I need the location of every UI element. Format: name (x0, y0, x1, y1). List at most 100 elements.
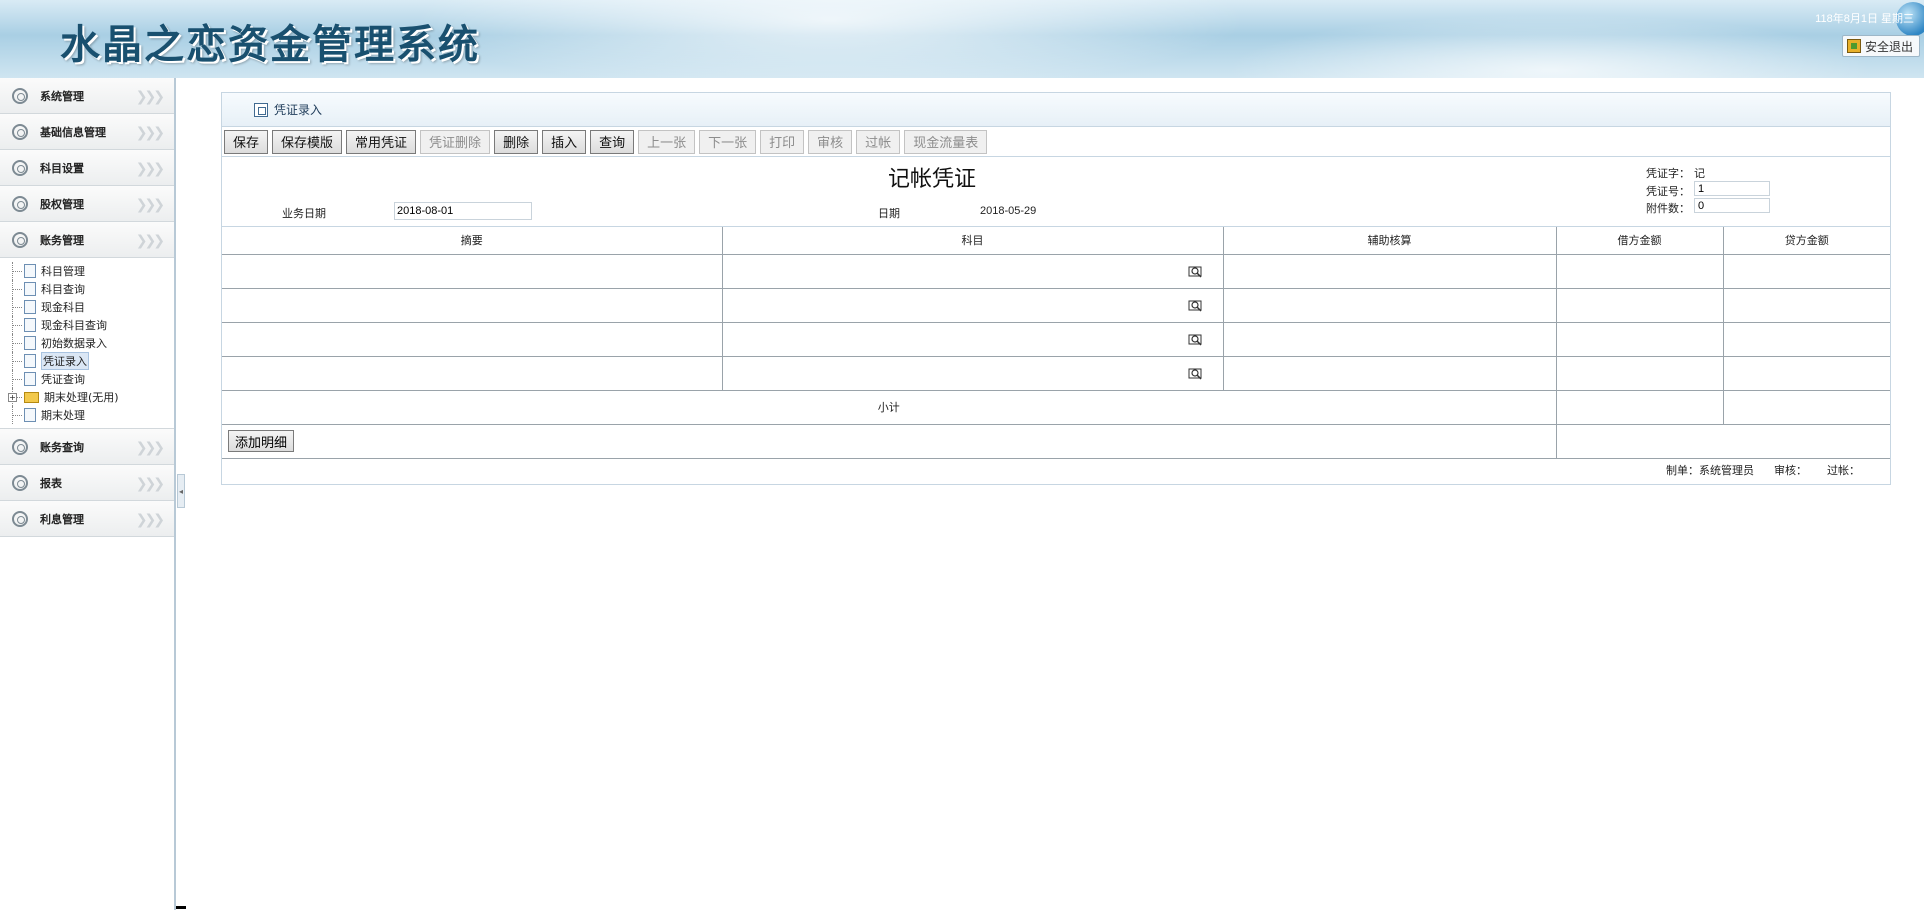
auxiliary-cell[interactable] (1222, 355, 1557, 391)
sidebar-menu-group[interactable]: 账务管理 ❯❯❯ (0, 222, 174, 258)
tree-item-label: 期末处理(无用) (44, 391, 119, 404)
document-icon (24, 336, 36, 350)
add-detail-button[interactable]: 添加明细 (228, 430, 295, 452)
menu-group-label: 基础信息管理 (40, 125, 106, 139)
summary-cell[interactable] (222, 355, 723, 391)
sidebar-menu-group[interactable]: 系统管理 ❯❯❯ (0, 78, 174, 114)
maker-value: 系统管理员 (1699, 464, 1754, 477)
add-detail-spacer (1555, 423, 1890, 459)
toolbar-button[interactable]: 插入 (542, 129, 587, 154)
account-cell[interactable] (721, 355, 1224, 391)
toolbar-button[interactable]: 审核 (808, 129, 853, 154)
sidebar-tree-item[interactable]: 现金科目查询 (6, 316, 174, 334)
sidebar-menu-group[interactable]: 账务查询 ❯❯❯ (0, 429, 174, 465)
sidebar-tree-item[interactable]: 初始数据录入 (6, 334, 174, 352)
sidebar-menu-group[interactable]: 报表 ❯❯❯ (0, 465, 174, 501)
table-header-row: 摘要 科目 辅助核算 借方金额 贷方金额 (222, 227, 1890, 255)
column-header-account: 科目 (721, 227, 1224, 255)
toolbar-button[interactable]: 过帐 (856, 129, 901, 154)
voucher-entry-panel: 凭证录入 保存 保存模版 常用凭证 凭证删除 删除 插入 查询 上一张 下一张 打印 审核 过帐 现金流… (221, 92, 1891, 485)
expand-arrows-icon: ❯❯❯ (135, 512, 165, 528)
gear-icon (12, 510, 28, 527)
auxiliary-cell[interactable] (1222, 321, 1557, 357)
business-date-input[interactable] (394, 202, 532, 220)
sidebar-tree-item[interactable]: 科目查询 (6, 280, 174, 298)
summary-cell[interactable] (222, 321, 723, 357)
credit-cell[interactable] (1722, 321, 1890, 357)
menu-group-label: 报表 (40, 476, 62, 490)
sidebar-tree-item[interactable]: 凭证查询 (6, 370, 174, 388)
sidebar-collapse-handle[interactable]: ◂ (177, 474, 185, 508)
voucher-number-input[interactable] (1694, 181, 1770, 196)
toolbar-button[interactable]: 打印 (760, 129, 805, 154)
current-date: 118年8月1日 星期三 (1815, 13, 1914, 25)
column-header-summary: 摘要 (222, 227, 723, 255)
debit-cell[interactable] (1555, 253, 1724, 289)
toolbar-button[interactable]: 保存模版 (272, 129, 343, 154)
toolbar-button[interactable]: 保存 (224, 129, 269, 154)
sidebar-menu-group[interactable]: 科目设置 ❯❯❯ (0, 150, 174, 186)
app-header: 水晶之恋资金管理系统 118年8月1日 星期三 安全退出 (0, 0, 1924, 78)
logout-button[interactable]: 安全退出 (1841, 35, 1920, 57)
gear-icon (12, 474, 28, 491)
gear-icon (12, 231, 28, 248)
menu-group-label: 股权管理 (40, 197, 84, 211)
account-cell[interactable] (721, 253, 1224, 289)
expand-arrows-icon: ❯❯❯ (135, 197, 165, 213)
add-detail-cell: 添加明细 (222, 423, 1557, 459)
sidebar-menu-group[interactable]: 利息管理 ❯❯❯ (0, 501, 174, 537)
voucher-number-label: 凭证号： (1646, 185, 1690, 198)
divider (176, 906, 186, 909)
gear-icon (12, 195, 28, 212)
summary-cell[interactable] (222, 287, 723, 323)
debit-cell[interactable] (1555, 321, 1724, 357)
sidebar-tree-item[interactable]: 凭证录入 (6, 352, 174, 370)
sidebar-tree-item[interactable]: 期末处理 (6, 406, 174, 424)
auxiliary-cell[interactable] (1222, 253, 1557, 289)
lookup-icon[interactable] (1188, 265, 1203, 278)
expand-arrows-icon: ❯❯❯ (135, 233, 165, 249)
sidebar-menu-group[interactable]: 股权管理 ❯❯❯ (0, 186, 174, 222)
date-value: 2018-05-29 (980, 205, 1037, 217)
tree-item-label: 期末处理 (41, 409, 85, 422)
document-icon (24, 264, 36, 278)
sidebar-menu-group[interactable]: 基础信息管理 ❯❯❯ (0, 114, 174, 150)
credit-cell[interactable] (1722, 287, 1890, 323)
auxiliary-cell[interactable] (1222, 287, 1557, 323)
account-cell[interactable] (721, 287, 1224, 323)
toolbar-button[interactable]: 查询 (590, 129, 635, 154)
sidebar-tree-item[interactable]: + 期末处理(无用) (6, 388, 174, 406)
summary-cell[interactable] (222, 253, 723, 289)
toolbar-button[interactable]: 凭证删除 (420, 129, 491, 154)
attachments-input[interactable] (1694, 198, 1770, 213)
toolbar-button[interactable]: 现金流量表 (904, 129, 988, 154)
expand-plus-icon[interactable]: + (8, 393, 17, 402)
sidebar-tree-item[interactable]: 科目管理 (6, 262, 174, 280)
column-header-auxiliary: 辅助核算 (1222, 227, 1557, 255)
toolbar-button[interactable]: 下一张 (699, 129, 757, 154)
menu-group-label: 科目设置 (40, 161, 84, 175)
credit-cell[interactable] (1722, 355, 1890, 391)
tree-item-label: 科目查询 (41, 283, 85, 296)
voucher-header: 记帐凭证 业务日期 日期 2018-05-29 凭证字： 记 凭证号： 附件数： (222, 157, 1890, 227)
credit-cell[interactable] (1722, 253, 1890, 289)
toolbar-button[interactable]: 常用凭证 (346, 129, 417, 154)
lookup-icon[interactable] (1188, 333, 1203, 346)
document-icon (24, 372, 36, 386)
lookup-icon[interactable] (1188, 299, 1203, 312)
voucher-footer: 制单：系统管理员 审核： 过帐： (1666, 462, 1860, 478)
account-cell[interactable] (721, 321, 1224, 357)
voucher-table: 摘要 科目 辅助核算 借方金额 贷方金额 小计 添加明细 (222, 227, 1890, 459)
lookup-icon[interactable] (1188, 367, 1203, 380)
maker-field: 制单：系统管理员 (1666, 462, 1754, 478)
nav-tree: 科目管理科目查询现金科目 现金科目查询初始数据录入凭证录入 凭证查询 + 期末处理(无用… (0, 258, 174, 429)
toolbar-button[interactable]: 删除 (494, 129, 539, 154)
tree-item-label: 初始数据录入 (41, 337, 107, 350)
gear-icon (12, 123, 28, 140)
toolbar-button[interactable]: 上一张 (638, 129, 696, 154)
debit-cell[interactable] (1555, 287, 1724, 323)
column-header-credit: 贷方金额 (1722, 227, 1890, 255)
debit-cell[interactable] (1555, 355, 1724, 391)
sidebar-tree-item[interactable]: 现金科目 (6, 298, 174, 316)
document-icon (24, 408, 36, 422)
